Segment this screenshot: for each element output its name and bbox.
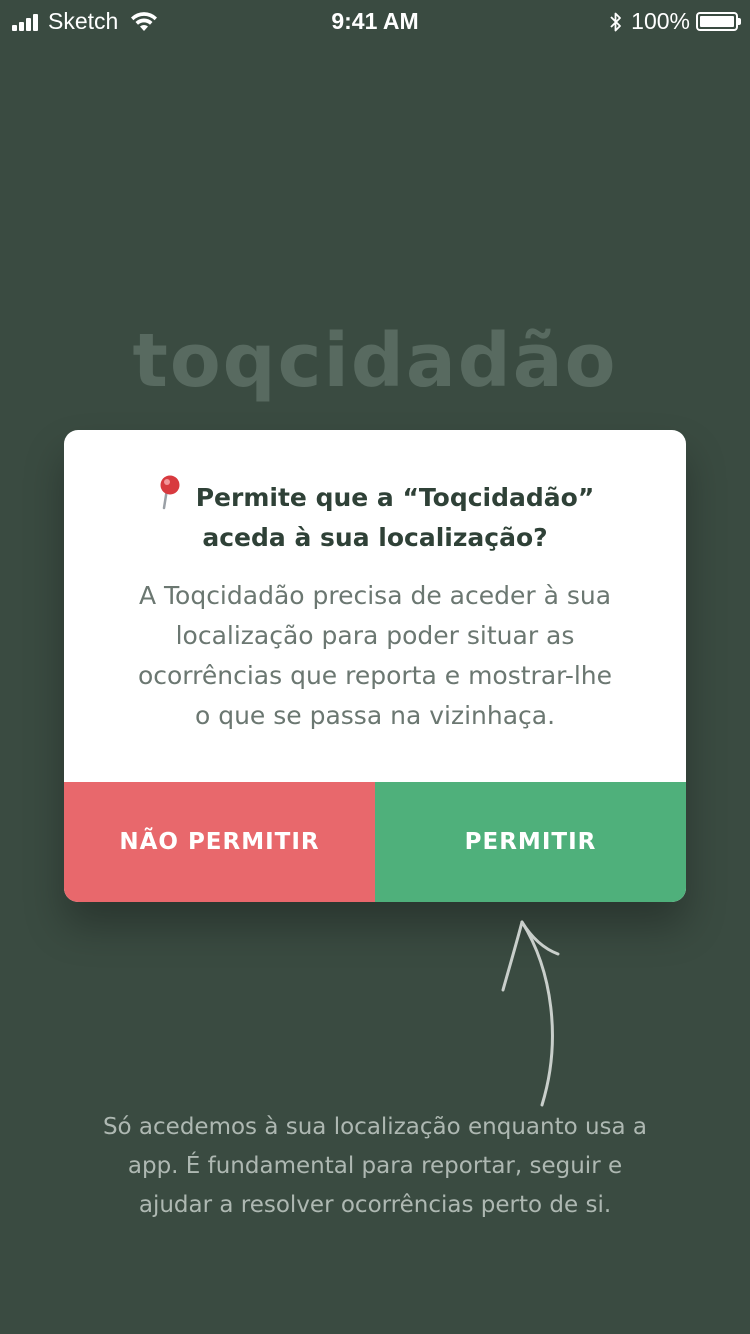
app-logo: toqcidadão [132, 318, 618, 404]
battery-percentage: 100% [631, 8, 690, 34]
dialog-title: Permite que a “Toqcidadão” aceda à sua l… [84, 474, 666, 558]
bluetooth-icon [610, 12, 622, 31]
curved-arrow-up-icon [501, 920, 560, 1107]
dialog-title-line-1: Permite que a “Toqcidadão” [84, 474, 666, 518]
dialog-title-text-1: Permite que a “Toqcidadão” [195, 483, 595, 512]
note-line: ajudar a resolver ocorrências perto de s… [138, 1192, 612, 1218]
dialog-message-line: ocorrências que reporta e mostrar-lhe [137, 661, 613, 690]
battery-icon [696, 12, 741, 31]
dialog-message: A Toqcidadão precisa de aceder à sua loc… [84, 576, 666, 736]
status-bar: Sketch 9:41 AM 100% [0, 0, 750, 40]
note-line: Só acedemos à sua localização enquanto u… [102, 1114, 648, 1140]
deny-button[interactable]: NÃO PERMITIR [64, 782, 375, 902]
status-bar-right: 100% [609, 8, 741, 35]
location-usage-note: Só acedemos à sua localização enquanto u… [40, 1108, 710, 1225]
allow-button[interactable]: PERMITIR [375, 782, 686, 902]
dialog-message-line: localização para poder situar as [175, 621, 575, 650]
dialog-title-line-2: aceda à sua localização? [202, 523, 548, 552]
battery-fill [700, 16, 734, 27]
note-line: app. É fundamental para reportar, seguir… [127, 1153, 623, 1179]
map-pin-icon [160, 475, 180, 510]
dialog-message-line: A Toqcidadão precisa de aceder à sua [138, 581, 612, 610]
dialog-message-line: o que se passa na vizinhaça. [194, 701, 556, 730]
location-permission-dialog: Permite que a “Toqcidadão” aceda à sua l… [64, 430, 686, 902]
